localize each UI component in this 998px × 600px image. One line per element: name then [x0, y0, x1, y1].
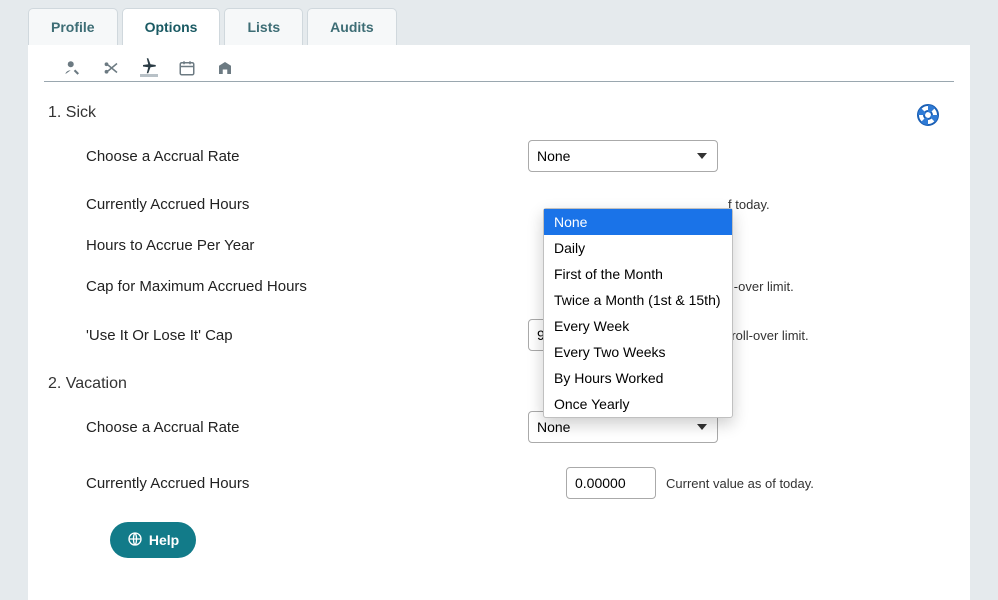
label-accrual-rate-sick: Choose a Accrual Rate [48, 148, 528, 165]
scissors-icon[interactable] [102, 59, 120, 77]
building-icon[interactable] [216, 59, 234, 77]
hint-max-cap-sick: ll-over limit. [728, 279, 794, 294]
dropdown-option-by-hours-worked[interactable]: By Hours Worked [544, 365, 732, 391]
label-accrued-hours-sick: Currently Accrued Hours [48, 196, 528, 213]
label-hours-per-year-sick: Hours to Accrue Per Year [48, 237, 528, 254]
dropdown-accrual-rate-open: None Daily First of the Month Twice a Mo… [543, 208, 733, 418]
dropdown-option-once-yearly[interactable]: Once Yearly [544, 391, 732, 417]
label-max-cap-sick: Cap for Maximum Accrued Hours [48, 278, 528, 295]
airplane-icon[interactable] [140, 59, 158, 77]
label-accrued-hours-vacation: Currently Accrued Hours [48, 475, 528, 492]
dropdown-option-daily[interactable]: Daily [544, 235, 732, 261]
tabs-bar: Profile Options Lists Audits [0, 0, 998, 45]
calendar-icon[interactable] [178, 59, 196, 77]
label-accrual-rate-vacation: Choose a Accrual Rate [48, 419, 528, 436]
help-button[interactable]: Help [110, 522, 196, 558]
hint-accrued-hours-sick: f today. [728, 197, 770, 212]
tab-options[interactable]: Options [122, 8, 221, 45]
select-accrual-rate-sick[interactable]: None [528, 140, 718, 172]
help-ring-icon[interactable] [916, 103, 940, 130]
icon-toolbar [44, 59, 954, 82]
dropdown-option-first-of-month[interactable]: First of the Month [544, 261, 732, 287]
dropdown-option-every-two-weeks[interactable]: Every Two Weeks [544, 339, 732, 365]
person-edit-icon[interactable] [64, 59, 82, 77]
globe-icon [127, 531, 143, 550]
section-heading-vacation: 2. Vacation [48, 375, 950, 393]
tab-lists[interactable]: Lists [224, 8, 303, 45]
dropdown-option-every-week[interactable]: Every Week [544, 313, 732, 339]
dropdown-option-twice-a-month[interactable]: Twice a Month (1st & 15th) [544, 287, 732, 313]
tab-profile[interactable]: Profile [28, 8, 118, 45]
help-label: Help [149, 532, 179, 548]
label-use-lose-sick: 'Use It Or Lose It' Cap [48, 327, 528, 344]
dropdown-option-none[interactable]: None [544, 209, 732, 235]
tab-audits[interactable]: Audits [307, 8, 397, 45]
hint-accrued-hours-vacation: Current value as of today. [666, 476, 814, 491]
section-heading-sick: 1. Sick [48, 104, 950, 122]
options-panel: 1. Sick Choose a Accrual Rate None Curre… [28, 45, 970, 600]
input-accrued-hours-vacation[interactable] [566, 467, 656, 499]
